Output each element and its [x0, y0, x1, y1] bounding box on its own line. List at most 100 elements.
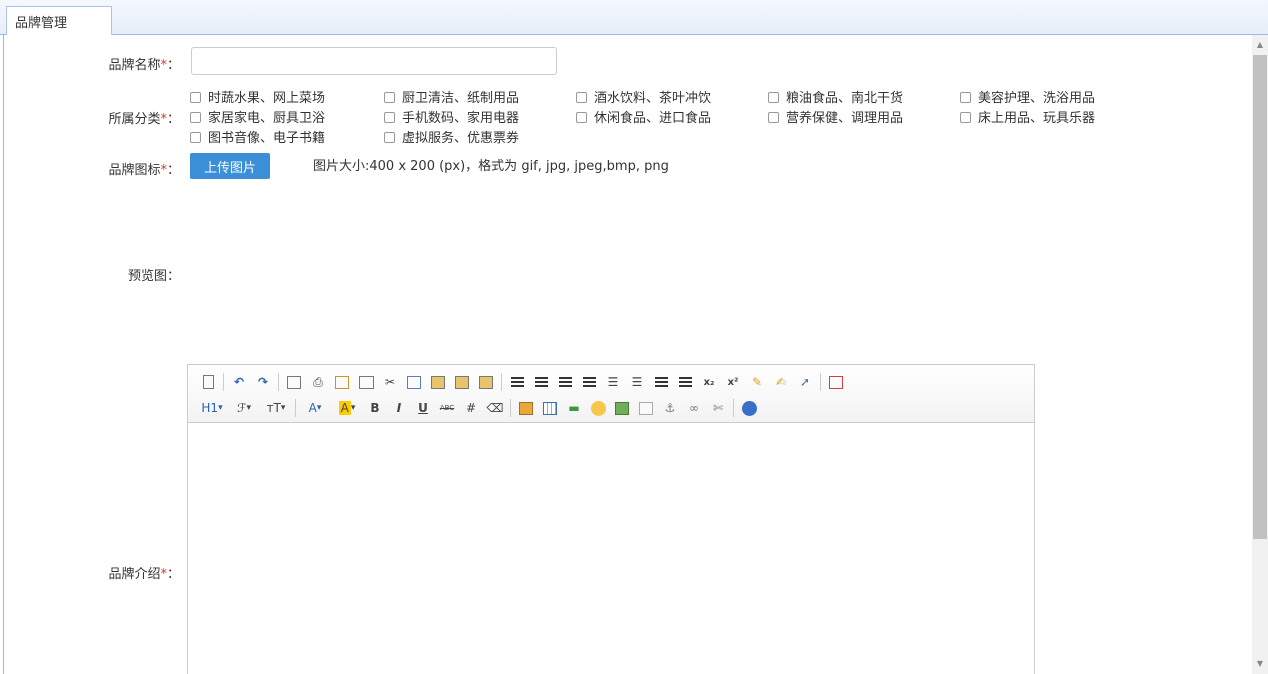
- redo-icon[interactable]: ↷: [253, 372, 273, 392]
- align-center-icon[interactable]: [531, 372, 551, 392]
- checkbox[interactable]: [768, 112, 779, 123]
- copy-icon[interactable]: [404, 372, 424, 392]
- strikethrough-icon[interactable]: ABC: [437, 398, 457, 418]
- category-text: 床上用品、玩具乐器: [978, 111, 1096, 126]
- paste-text-icon[interactable]: [452, 372, 472, 392]
- align-right-icon[interactable]: [555, 372, 575, 392]
- dropdown-arrow: ▾: [246, 403, 251, 413]
- font-size-icon[interactable]: ᴛT ▾: [262, 398, 290, 418]
- checkbox[interactable]: [384, 112, 395, 123]
- image-icon[interactable]: [516, 398, 536, 418]
- category-text: 家居家电、厨具卫浴: [208, 111, 326, 126]
- anchor-icon[interactable]: ⚓: [660, 398, 680, 418]
- dropdown-arrow: ▾: [316, 403, 322, 413]
- toolbar-row: ↶ ↷ ⎙ ✂ ☰ ☰ x₂ x² ✎ ✍ ➚: [198, 369, 1026, 395]
- ordered-list-icon[interactable]: ☰: [603, 372, 623, 392]
- category-option[interactable]: 手机数码、家用电器: [384, 107, 519, 126]
- upload-image-button[interactable]: 上传图片: [190, 153, 270, 179]
- preview-icon[interactable]: [284, 372, 304, 392]
- source-icon[interactable]: [198, 372, 218, 392]
- highlight-color-icon[interactable]: A ▾: [333, 398, 361, 418]
- checkbox[interactable]: [384, 92, 395, 103]
- tab-brand-management[interactable]: 品牌管理: [6, 6, 112, 35]
- category-option[interactable]: 粮油食品、南北干货: [768, 87, 903, 106]
- paste-icon[interactable]: [428, 372, 448, 392]
- indent-icon[interactable]: [651, 372, 671, 392]
- scroll-down-icon[interactable]: ▼: [1252, 656, 1268, 672]
- checkbox[interactable]: [960, 112, 971, 123]
- cut-icon[interactable]: ✂: [380, 372, 400, 392]
- checkbox[interactable]: [190, 112, 201, 123]
- category-option[interactable]: 酒水饮料、茶叶冲饮: [576, 87, 711, 106]
- heading-text: H1: [201, 401, 219, 415]
- category-option[interactable]: 床上用品、玩具乐器: [960, 107, 1095, 126]
- colon: ：: [166, 58, 180, 73]
- category-option[interactable]: 营养保健、调理用品: [768, 107, 903, 126]
- brand-name-input[interactable]: [191, 47, 557, 75]
- table-icon[interactable]: [540, 398, 560, 418]
- page-break-icon[interactable]: [636, 398, 656, 418]
- line-height-icon[interactable]: #: [461, 398, 481, 418]
- paste-word-icon[interactable]: [476, 372, 496, 392]
- align-left-icon[interactable]: [507, 372, 527, 392]
- fullscreen-icon[interactable]: [826, 372, 846, 392]
- brand-name-label-text: 品牌名称: [108, 58, 161, 73]
- clear-format-icon[interactable]: ✎: [747, 372, 767, 392]
- separator: [510, 399, 511, 417]
- category-label: 所属分类*：: [4, 108, 180, 127]
- unordered-list-icon[interactable]: ☰: [627, 372, 647, 392]
- font-color-text: A: [308, 401, 317, 415]
- colon: ：: [166, 112, 180, 127]
- superscript-icon[interactable]: x²: [723, 372, 743, 392]
- font-color-icon[interactable]: A ▾: [301, 398, 329, 418]
- category-option[interactable]: 时蔬水果、网上菜场: [190, 87, 325, 106]
- unlink-icon[interactable]: ✄: [708, 398, 728, 418]
- checkbox[interactable]: [190, 92, 201, 103]
- link-icon[interactable]: ∞: [684, 398, 704, 418]
- category-option[interactable]: 虚拟服务、优惠票券: [384, 127, 519, 146]
- checkbox[interactable]: [960, 92, 971, 103]
- category-option[interactable]: 家居家电、厨具卫浴: [190, 107, 325, 126]
- category-option[interactable]: 美容护理、洗浴用品: [960, 87, 1095, 106]
- separator: [223, 373, 224, 391]
- brand-intro-label-text: 品牌介绍: [108, 567, 161, 582]
- checkbox[interactable]: [384, 132, 395, 143]
- media-icon[interactable]: [612, 398, 632, 418]
- checkbox[interactable]: [768, 92, 779, 103]
- align-justify-icon[interactable]: [579, 372, 599, 392]
- hr-icon[interactable]: ▬: [564, 398, 584, 418]
- print-icon[interactable]: ⎙: [308, 372, 328, 392]
- underline-icon[interactable]: U: [413, 398, 433, 418]
- cursor-icon[interactable]: ➚: [795, 372, 815, 392]
- separator: [501, 373, 502, 391]
- select-all-icon[interactable]: ✍: [771, 372, 791, 392]
- category-option[interactable]: 休闲食品、进口食品: [576, 107, 711, 126]
- dropdown-arrow: ▾: [350, 403, 356, 413]
- checkbox[interactable]: [576, 112, 587, 123]
- remove-format-icon[interactable]: ⌫: [485, 398, 505, 418]
- code-icon[interactable]: [356, 372, 376, 392]
- checkbox[interactable]: [576, 92, 587, 103]
- undo-icon[interactable]: ↶: [229, 372, 249, 392]
- category-option[interactable]: 厨卫清洁、纸制用品: [384, 87, 519, 106]
- scroll-up-icon[interactable]: ▲: [1252, 37, 1268, 53]
- emoticon-icon[interactable]: [588, 398, 608, 418]
- italic-icon[interactable]: I: [389, 398, 409, 418]
- help-icon[interactable]: [739, 398, 759, 418]
- bold-icon[interactable]: B: [365, 398, 385, 418]
- font-family-icon[interactable]: ℱ ▾: [230, 398, 258, 418]
- colon: ：: [166, 163, 180, 178]
- template-icon[interactable]: [332, 372, 352, 392]
- checkbox[interactable]: [190, 132, 201, 143]
- brand-icon-label: 品牌图标*：: [4, 159, 180, 178]
- category-option[interactable]: 图书音像、电子书籍: [190, 127, 325, 146]
- vertical-scrollbar[interactable]: ▲ ▼: [1252, 35, 1268, 674]
- separator: [295, 399, 296, 417]
- category-text: 营养保健、调理用品: [786, 111, 904, 126]
- editor-content-area[interactable]: [188, 423, 1034, 674]
- subscript-icon[interactable]: x₂: [699, 372, 719, 392]
- scroll-thumb[interactable]: [1253, 55, 1267, 539]
- heading-icon[interactable]: H1 ▾: [198, 398, 226, 418]
- outdent-icon[interactable]: [675, 372, 695, 392]
- brand-icon-label-text: 品牌图标: [108, 163, 161, 178]
